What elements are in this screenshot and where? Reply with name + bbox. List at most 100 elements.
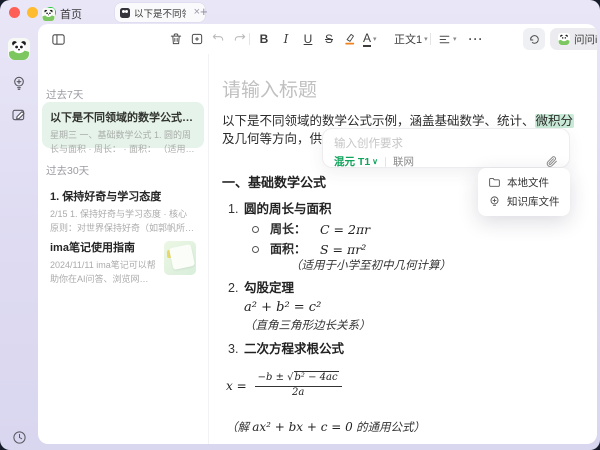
- paperclip-icon: [546, 156, 557, 167]
- font-color-label: A: [363, 30, 372, 47]
- ai-prompt-placeholder[interactable]: 输入创作要求: [334, 135, 558, 151]
- note-title: 1. 保持好奇与学习态度: [50, 191, 162, 203]
- chevron-down-icon: ▾: [424, 36, 428, 43]
- bullet-icon: [252, 246, 259, 253]
- rail-notes[interactable]: [8, 104, 30, 126]
- bullet-area: 面积： S = πr²: [222, 241, 577, 258]
- note-meta: 2/15 1. 保持好奇与学习态度 · 核心原则：对世界保持好奇（如郭帆所提），…: [50, 209, 188, 233]
- delete-note-button[interactable]: [166, 29, 186, 49]
- formula-pythagoras: a² + b² = c²: [244, 300, 322, 315]
- note-title: ima笔记使用指南: [50, 242, 135, 254]
- list-item-label: 圆的周长与面积: [244, 202, 332, 216]
- tab-home-label: 首页: [60, 9, 82, 21]
- note-meta: 星期三 一、基础数学公式 1. 圆的周长与面积 · 周长： · 面积： （适用于…: [50, 130, 195, 154]
- note-edit-icon: [12, 109, 25, 121]
- new-note-button[interactable]: [187, 29, 207, 49]
- sidebar-toggle-button[interactable]: [48, 29, 68, 49]
- redo-button[interactable]: [230, 29, 250, 49]
- list-number: 3.: [228, 342, 239, 356]
- ima-panda-icon: [558, 33, 570, 45]
- list-item-label: 勾股定理: [244, 281, 295, 295]
- chat-history-button[interactable]: [523, 28, 545, 50]
- more-tools-button[interactable]: ···: [466, 29, 486, 49]
- chevron-down-icon: ∨: [372, 157, 379, 166]
- note-meta: 2024/11/11 ima笔记可以帮助你在AI问答、浏览网页、阅读文档时，随时…: [50, 260, 156, 284]
- ima-panda-icon: [42, 7, 55, 21]
- refresh-icon: [529, 34, 539, 44]
- clock-icon: [12, 430, 26, 444]
- undo-button[interactable]: [208, 29, 228, 49]
- underline-button[interactable]: U: [298, 29, 318, 49]
- bold-button[interactable]: B: [254, 29, 274, 49]
- note-text: （解: [226, 422, 253, 434]
- denominator: 2a: [291, 386, 305, 398]
- lightbulb-plus-icon: [14, 76, 24, 90]
- note-thumbnail: [164, 241, 196, 275]
- app-window: 首页 以下是不同领… × +: [0, 0, 600, 450]
- note-title: 以下是不同领域的数学公式示例，涵盖基…: [50, 112, 196, 124]
- ai-prompt-controls: 混元 T1 ∨ 联网: [334, 154, 558, 169]
- chevron-down-icon: ▾: [373, 36, 377, 43]
- strikethrough-button[interactable]: S: [319, 29, 339, 49]
- highlighter-button[interactable]: [340, 29, 360, 49]
- note-text: 的通用公式）: [352, 422, 425, 434]
- tab-document[interactable]: 以下是不同领… ×: [115, 3, 205, 22]
- note-general-formula: （解 ax² + bx + c = 0 的通用公式）: [222, 419, 577, 436]
- note-item-selected[interactable]: 以下是不同领域的数学公式示例，涵盖基… 星期三 一、基础数学公式 1. 圆的周长…: [42, 102, 204, 154]
- list-item-3: 3. 二次方程求根公式: [222, 341, 577, 358]
- toolbar: B I U S A ▾ 正文1 ▾ ▾ ··· 问问i: [38, 24, 597, 54]
- close-window-button[interactable]: [9, 7, 20, 18]
- minimize-window-button[interactable]: [27, 7, 38, 18]
- divider: [385, 156, 387, 167]
- align-button[interactable]: ▾: [438, 29, 457, 49]
- rail-knowledge-base[interactable]: [8, 72, 30, 94]
- numerator: −b ± √: [257, 372, 294, 383]
- menu-item-local-file[interactable]: 本地文件: [478, 173, 570, 192]
- titlebar: 首页 以下是不同领… × +: [0, 0, 600, 24]
- intro-text: 以下是不同领域的数学公式示例，涵盖基础数学、统计、: [222, 114, 535, 128]
- title-input-placeholder[interactable]: 请输入标题: [222, 78, 577, 104]
- formula-circumference: C = 2πr: [320, 222, 371, 237]
- menu-item-knowledge-file[interactable]: 知识库文件: [478, 192, 570, 211]
- menu-item-label: 知识库文件: [507, 196, 560, 208]
- ask-ima-button[interactable]: 问问ima: [550, 28, 597, 50]
- note-right-triangle: （直角三角形边长关系）: [244, 320, 371, 332]
- new-tab-button[interactable]: +: [200, 4, 208, 19]
- bullet-label: 面积：: [270, 242, 307, 256]
- attach-file-button[interactable]: [545, 155, 558, 168]
- bullet-label: 周长：: [270, 222, 307, 236]
- italic-button[interactable]: I: [276, 29, 296, 49]
- formula-area: S = πr²: [320, 242, 367, 257]
- model-select[interactable]: 混元 T1 ∨: [334, 154, 378, 169]
- align-left-icon: [439, 35, 450, 43]
- lightbulb-icon: [490, 196, 499, 206]
- content-card: B I U S A ▾ 正文1 ▾ ▾ ··· 问问i 过去7天 以下是不同领域…: [38, 24, 597, 444]
- attach-menu: 本地文件 知识库文件: [478, 168, 570, 216]
- list-number: 2.: [228, 281, 239, 295]
- paragraph-style-label: 正文1: [394, 34, 423, 46]
- note-item[interactable]: ima笔记使用指南 2024/11/11 ima笔记可以帮助你在AI问答、浏览网…: [42, 232, 204, 284]
- radicand: b² − 4ac: [293, 371, 339, 383]
- font-color-button[interactable]: A ▾: [363, 29, 377, 49]
- ima-panda-logo-icon: [8, 38, 30, 60]
- ai-prompt-box[interactable]: 输入创作要求 混元 T1 ∨ 联网: [322, 128, 570, 168]
- document-tab-icon: [120, 7, 130, 18]
- tab-home[interactable]: 首页: [38, 4, 86, 24]
- paragraph-style-select[interactable]: 正文1 ▾: [394, 29, 428, 49]
- formula-lhs: x =: [226, 378, 247, 393]
- screen: 首页 以下是不同领… × +: [0, 0, 600, 450]
- rail-history[interactable]: [8, 426, 30, 448]
- bullet-circumference: 周长： C = 2πr: [222, 221, 577, 238]
- toolbar-divider: [430, 33, 431, 45]
- editor-area[interactable]: 请输入标题 以下是不同领域的数学公式示例，涵盖基础数学、统计、微积分及几何等方向…: [208, 54, 597, 444]
- rail-ima-logo[interactable]: [8, 38, 30, 60]
- note-item[interactable]: 1. 保持好奇与学习态度 2/15 1. 保持好奇与学习态度 · 核心原则：对世…: [42, 181, 204, 233]
- formula-quadratic-equation: ax² + bx + c = 0: [252, 420, 353, 434]
- highlighted-text: 微积分: [534, 114, 575, 128]
- folder-icon: [489, 177, 500, 187]
- notes-panel: 过去7天 以下是不同领域的数学公式示例，涵盖基… 星期三 一、基础数学公式 1.…: [38, 54, 209, 444]
- app-rail: [0, 24, 38, 450]
- list-item-2: 2. 勾股定理: [222, 280, 577, 297]
- menu-item-label: 本地文件: [507, 177, 549, 189]
- web-search-toggle[interactable]: 联网: [393, 154, 414, 169]
